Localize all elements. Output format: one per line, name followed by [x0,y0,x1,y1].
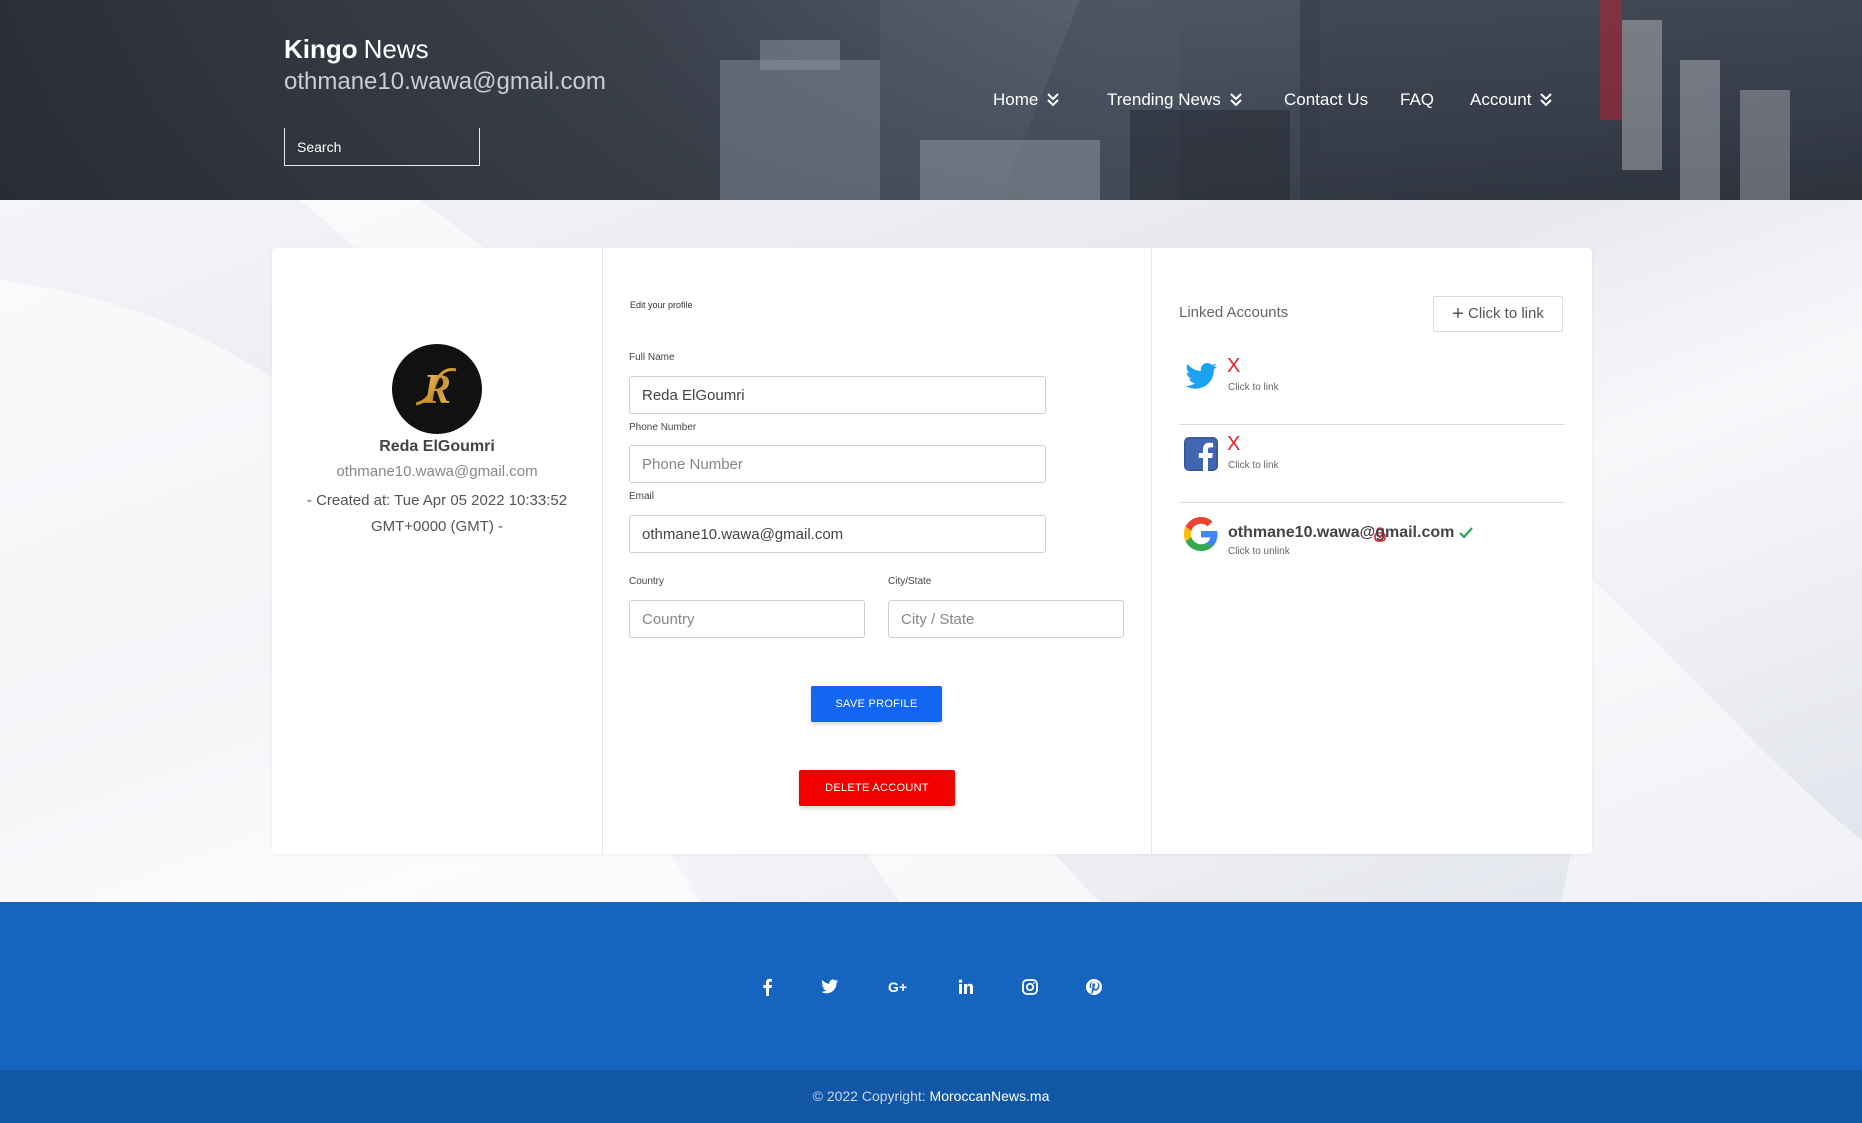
linked-accounts-title: Linked Accounts [1179,304,1289,321]
nav-item-label: Account [1470,90,1532,109]
avatar-logo-icon: R [415,367,457,413]
column-divider [1151,248,1152,854]
nav-item-label: Trending News [1107,90,1221,109]
nav-item-contact-us[interactable]: Contact Us [1284,88,1368,112]
google-plus-icon[interactable]: G+ [887,977,913,997]
google-account-email: othmane10.wawa@gmail.com [1228,524,1474,542]
unlinked-x-icon: X [1227,433,1241,455]
nav-item-label: FAQ [1400,90,1435,109]
footer-social-bar: G+ [0,902,1862,1070]
svg-text:R: R [422,367,451,413]
search-input[interactable] [284,128,480,166]
unlinked-x-icon: X [1227,355,1241,377]
double-chevron-down-icon [1047,93,1060,107]
delete-account-button[interactable]: DELETE ACCOUNT [799,770,955,806]
brand-bold-text: Kingo [284,34,358,64]
facebook-icon[interactable] [757,977,777,997]
column-divider [602,248,603,854]
google-account-email-text: othmane10.wawa@gmail.com [1228,524,1455,541]
plus-icon: + [1452,303,1464,325]
profile-card: R Reda ElGoumri othmane10.wawa@gmail.com… [272,248,1592,854]
svg-text:G+: G+ [888,979,907,995]
city-state-label: City/State [888,576,932,587]
copyright-link[interactable]: MoroccanNews.ma [930,1088,1050,1104]
nav-item-label: Home [993,90,1039,109]
linked-account-facebook: X Click to link [1179,424,1565,503]
twitter-icon [1185,363,1218,389]
check-icon [1459,527,1474,539]
double-chevron-down-icon [1540,93,1553,107]
nav-item-trending-news[interactable]: Trending News [1107,88,1243,112]
email-label: Email [629,491,655,502]
facebook-icon [1184,437,1218,471]
google-unlink-action[interactable]: Click to unlink [1228,546,1290,557]
avatar: R [392,344,482,434]
double-chevron-down-icon [1229,93,1242,107]
profile-created-at: - Created at: Tue Apr 05 2022 10:33:52 G… [306,492,568,535]
phone-number-label: Phone Number [629,422,697,433]
full-name-field[interactable] [629,376,1046,414]
footer-copyright: © 2022 Copyright: MoroccanNews.ma [0,1070,1862,1123]
full-name-label: Full Name [629,352,675,363]
site-header: KingoNews othmane10.wawa@gmail.com Home … [0,0,1862,200]
linked-account-twitter: X Click to link [1179,346,1565,425]
save-profile-button[interactable]: SAVE PROFILE [811,686,942,722]
nav-item-faq[interactable]: FAQ [1400,88,1434,112]
country-field[interactable] [629,600,865,638]
linked-account-google: othmane10.wawa@gmail.com Click to unlink [1179,502,1565,580]
twitter-link-action[interactable]: Click to link [1228,382,1279,393]
link-account-button[interactable]: + Click to link [1433,296,1563,332]
city-state-field[interactable] [888,600,1124,638]
brand-regular-text: News [363,34,429,64]
form-title: Edit your profile [630,300,693,310]
main-content: R Reda ElGoumri othmane10.wawa@gmail.com… [0,200,1862,902]
main-nav: Home Trending News Contact Us FAQ Accoun… [0,88,1862,112]
phone-number-field[interactable] [629,445,1046,483]
site-brand[interactable]: Kingo News [284,34,429,65]
country-label: Country [629,576,665,587]
nav-item-account[interactable]: Account [1470,88,1553,112]
twitter-icon[interactable] [820,977,840,997]
profile-email: othmane10.wawa@gmail.com [336,463,538,480]
email-field[interactable] [629,515,1046,553]
link-account-button-label: Click to link [1468,305,1544,322]
profile-name: Reda ElGoumri [379,438,495,455]
pinterest-icon[interactable] [1084,977,1104,997]
linkedin-icon[interactable] [956,977,976,997]
instagram-icon[interactable] [1020,977,1040,997]
copyright-text: © 2022 Copyright: [812,1088,926,1104]
nav-item-label: Contact Us [1284,90,1369,109]
nav-item-home[interactable]: Home [993,88,1060,112]
google-icon [1184,517,1218,551]
facebook-link-action[interactable]: Click to link [1228,460,1279,471]
